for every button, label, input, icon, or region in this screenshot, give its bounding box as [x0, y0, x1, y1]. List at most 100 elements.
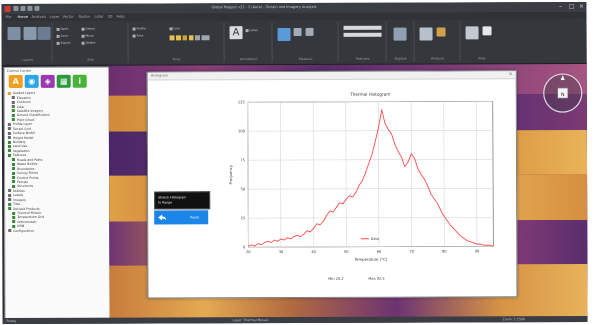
data-point — [293, 236, 295, 237]
minimize-icon[interactable]: – — [556, 3, 564, 10]
maximize-icon[interactable]: □ — [567, 3, 575, 10]
data-point — [290, 238, 292, 240]
statistics-icon[interactable] — [436, 27, 446, 37]
tree-item[interactable]: Configuration — [8, 228, 108, 233]
x-tick-label: 80 — [442, 249, 447, 253]
layer-type-icon — [8, 202, 12, 206]
data-point — [453, 228, 455, 230]
quick-save-icon[interactable] — [13, 5, 19, 11]
data-point — [365, 172, 366, 173]
data-point — [247, 245, 249, 247]
globe-icon[interactable]: ◉ — [24, 74, 39, 88]
feature-style-select[interactable] — [343, 32, 382, 37]
ribbon-item[interactable]: Save — [56, 34, 68, 38]
quick-redo-icon[interactable] — [27, 5, 33, 11]
layers-icon[interactable]: ◈ — [40, 74, 55, 88]
data-point — [267, 240, 269, 242]
max-label: Max — [368, 276, 376, 281]
tab-home[interactable]: Home — [17, 15, 28, 19]
feature-select[interactable] — [343, 25, 382, 30]
data-point — [342, 203, 344, 205]
ribbon-item[interactable]: Area — [132, 34, 143, 38]
angle-icon[interactable] — [305, 27, 314, 36]
save-icon — [56, 34, 60, 38]
tab-lidar[interactable]: Lidar — [94, 15, 103, 19]
tab-3d[interactable]: 3D — [107, 15, 112, 19]
ribbon-item[interactable]: Export — [56, 41, 70, 45]
stretch-histogram-button[interactable]: Stretch Histogram to Range — [154, 191, 211, 210]
open-data-icon[interactable] — [7, 26, 21, 41]
layer-type-icon — [8, 198, 12, 202]
data-point — [492, 245, 494, 247]
data-point — [440, 210, 442, 211]
data-point — [381, 109, 383, 111]
text-tool-icon[interactable]: A — [229, 26, 243, 40]
compass-control[interactable]: N — [541, 71, 585, 115]
layer-type-icon — [11, 105, 15, 109]
data-point — [283, 239, 285, 241]
layer-type-icon — [12, 224, 16, 228]
y-tick-label: 125 — [238, 100, 245, 104]
application-window: Global Mapper v22 - 2 (Auto) - Terrain a… — [1, 1, 588, 325]
label-icon — [245, 28, 249, 32]
plot-area — [247, 101, 494, 248]
data-point — [349, 195, 350, 197]
data-point — [374, 140, 376, 142]
screenshot-stage: Global Mapper v22 - 2 (Auto) - Terrain a… — [0, 0, 595, 325]
tool-icons-row[interactable] — [169, 35, 210, 41]
tab-vector[interactable]: Vector — [62, 15, 73, 19]
data-point — [476, 243, 478, 245]
y-axis-label: Frequency — [228, 164, 233, 184]
x-tick-label: 70 — [409, 250, 414, 254]
status-middle: Layer: Thermal Mosaic — [232, 318, 269, 323]
data-point — [352, 196, 354, 198]
info-icon[interactable]: i — [72, 74, 87, 88]
data-point — [414, 158, 415, 159]
quick-open-icon[interactable] — [34, 5, 40, 11]
ribbon-item[interactable]: Profile — [132, 27, 146, 31]
view-icon[interactable] — [465, 26, 479, 40]
tab-help[interactable]: Help — [116, 15, 124, 19]
layer-type-icon — [11, 100, 15, 104]
close-icon[interactable]: × — [508, 71, 512, 78]
layer-type-icon — [7, 131, 11, 135]
ribbon-item[interactable]: Move — [81, 34, 94, 38]
x-tick-label: 20 — [246, 250, 251, 254]
grid-icon[interactable]: ▦ — [56, 74, 71, 88]
ribbon-item[interactable]: Select — [81, 27, 95, 31]
reset-button[interactable]: Reset — [154, 210, 209, 225]
ribbon-item[interactable]: Label — [245, 28, 258, 32]
tab-layer[interactable]: Layer — [49, 15, 59, 19]
max-value: 92.5 — [376, 276, 385, 281]
data-point — [437, 203, 438, 204]
undo-arrow-icon — [158, 214, 167, 221]
data-point — [470, 241, 471, 243]
y-tick-label: 0 — [243, 245, 246, 249]
ribbon-item[interactable]: Delete — [81, 41, 95, 45]
digitize-icon[interactable] — [393, 27, 407, 41]
analysis-icon[interactable] — [419, 27, 433, 41]
tab-analysis[interactable]: Analysis — [31, 15, 46, 19]
tab-file[interactable]: File — [5, 15, 11, 19]
layer-manager-icon[interactable] — [37, 26, 51, 40]
area-icon — [132, 34, 136, 38]
data-point — [329, 210, 331, 212]
window-layout-icon[interactable] — [482, 26, 492, 36]
layer-type-icon — [12, 220, 16, 224]
layer-type-icon — [12, 171, 16, 175]
close-window-icon[interactable]: × — [577, 3, 585, 10]
dialog-title: Histogram — [150, 73, 168, 78]
x-tick-label: 50 — [344, 250, 349, 254]
layer-type-icon — [12, 211, 16, 215]
y-tick-label: 100 — [238, 129, 246, 133]
ruler-icon[interactable] — [293, 27, 302, 37]
ribbon-item[interactable]: Line — [169, 26, 180, 30]
letter-a-icon[interactable]: A — [8, 74, 23, 88]
app-icon — [4, 5, 11, 13]
tab-raster[interactable]: Raster — [78, 15, 90, 19]
measure-icon[interactable] — [277, 28, 291, 42]
workspace-icon[interactable] — [23, 26, 37, 40]
quick-undo-icon[interactable] — [20, 5, 26, 11]
ribbon-item[interactable]: Open — [56, 27, 69, 31]
layer-type-icon — [11, 158, 15, 162]
